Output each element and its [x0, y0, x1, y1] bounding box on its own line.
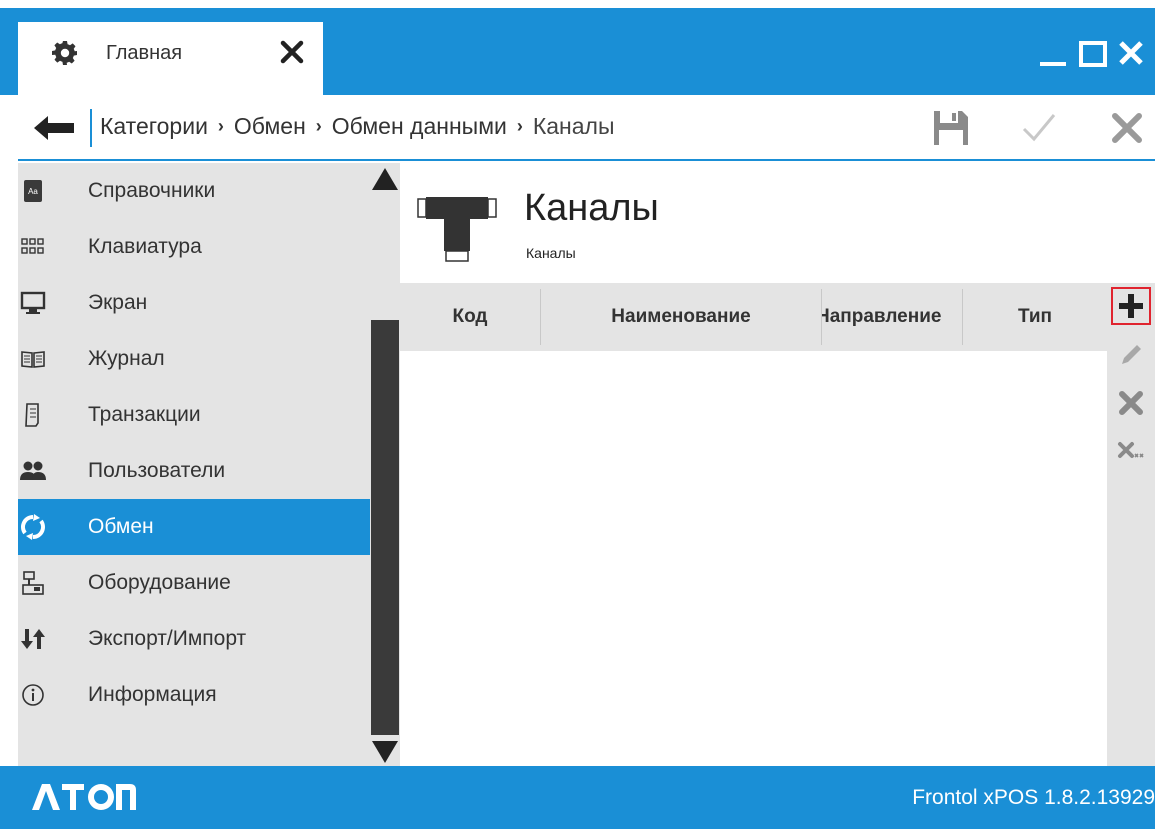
- column-header-direction-label: Направление: [822, 306, 942, 327]
- save-icon[interactable]: [930, 107, 972, 149]
- close-window-icon[interactable]: [1114, 36, 1148, 70]
- scroll-down-arrow-icon[interactable]: [370, 738, 400, 766]
- main-content: Каналы Каналы Код Наименование Направлен…: [400, 163, 1155, 766]
- sidebar-item-screen[interactable]: Экран: [18, 275, 370, 331]
- tab-label: Главная: [106, 42, 183, 64]
- atol-logo: [32, 784, 136, 810]
- page-title: Каналы: [524, 187, 659, 229]
- plus-icon: [1119, 294, 1143, 318]
- tab-main[interactable]: Главная: [18, 22, 323, 95]
- breadcrumb-divider: [90, 109, 92, 147]
- version-label: Frontol xPOS 1.8.2.13929: [912, 786, 1155, 809]
- breadcrumb-bar: Категории › Обмен › Обмен данными › Кана…: [18, 95, 1155, 161]
- journal-icon: [20, 346, 46, 372]
- gear-icon: [52, 41, 77, 65]
- sidebar-item-exchange[interactable]: Обмен: [18, 499, 370, 555]
- sidebar-item-transactions[interactable]: Транзакции: [18, 387, 370, 443]
- equipment-icon: [20, 570, 46, 596]
- info-icon: [20, 682, 46, 708]
- sidebar-item-journal[interactable]: Журнал: [18, 331, 370, 387]
- grid-body[interactable]: [400, 351, 1107, 766]
- breadcrumb: Категории › Обмен › Обмен данными › Кана…: [100, 113, 615, 140]
- svg-text:Aa: Aa: [28, 187, 38, 196]
- page-subtitle: Каналы: [526, 245, 576, 261]
- back-arrow-icon[interactable]: [32, 113, 76, 143]
- sidebar-item-information[interactable]: Информация: [18, 667, 370, 723]
- book-icon: Aa: [20, 178, 46, 204]
- delete-button[interactable]: [1107, 381, 1155, 425]
- users-icon: [20, 458, 46, 484]
- sidebar-item-directories[interactable]: Aa Справочники: [18, 163, 370, 219]
- breadcrumb-item-channels: Каналы: [532, 113, 615, 139]
- delete-x-icon: [1119, 391, 1143, 415]
- status-bar: Frontol xPOS 1.8.2.13929: [0, 766, 1155, 829]
- minimize-icon[interactable]: [1036, 36, 1070, 70]
- keyboard-icon: [20, 234, 46, 260]
- sidebar-item-equipment[interactable]: Оборудование: [18, 555, 370, 611]
- chevron-right-icon: ›: [315, 116, 322, 136]
- close-tab-icon[interactable]: [278, 38, 306, 66]
- title-bar: Главная: [0, 0, 1155, 95]
- maximize-icon[interactable]: [1076, 36, 1110, 70]
- breadcrumb-item-categories[interactable]: Категории: [100, 113, 208, 140]
- sync-icon: [20, 514, 46, 540]
- receipt-icon: [20, 402, 46, 428]
- export-import-icon: [20, 626, 46, 652]
- monitor-icon: [20, 290, 46, 316]
- column-header-type[interactable]: Тип: [963, 283, 1107, 351]
- sidebar: Aa Справочники Клавиатура Экран Журнал Т…: [18, 163, 400, 766]
- row-actions-panel: [1107, 283, 1155, 766]
- delete-all-icon: [1118, 442, 1144, 458]
- column-header-name[interactable]: Наименование: [541, 283, 821, 351]
- chevron-right-icon: ›: [217, 116, 224, 136]
- pipe-icon: [417, 197, 497, 262]
- delete-all-button[interactable]: [1107, 429, 1155, 473]
- apply-check-icon[interactable]: [1018, 107, 1060, 149]
- scroll-up-arrow-icon[interactable]: [370, 163, 400, 193]
- column-header-direction[interactable]: Направление: [822, 283, 962, 351]
- sidebar-item-export-import[interactable]: Экспорт/Импорт: [18, 611, 370, 667]
- add-button[interactable]: [1111, 287, 1151, 325]
- cancel-icon[interactable]: [1106, 107, 1148, 149]
- sidebar-item-keyboard[interactable]: Клавиатура: [18, 219, 370, 275]
- scrollbar-thumb[interactable]: [371, 320, 399, 735]
- edit-button[interactable]: [1107, 333, 1155, 377]
- breadcrumb-item-data-exchange[interactable]: Обмен данными: [332, 113, 507, 140]
- pencil-icon: [1122, 345, 1141, 364]
- chevron-right-icon: ›: [516, 116, 523, 136]
- grid-header: Код Наименование Направление Тип: [400, 283, 1107, 351]
- breadcrumb-item-exchange[interactable]: Обмен: [234, 113, 306, 140]
- sidebar-item-users[interactable]: Пользователи: [18, 443, 370, 499]
- column-header-code[interactable]: Код: [400, 283, 540, 351]
